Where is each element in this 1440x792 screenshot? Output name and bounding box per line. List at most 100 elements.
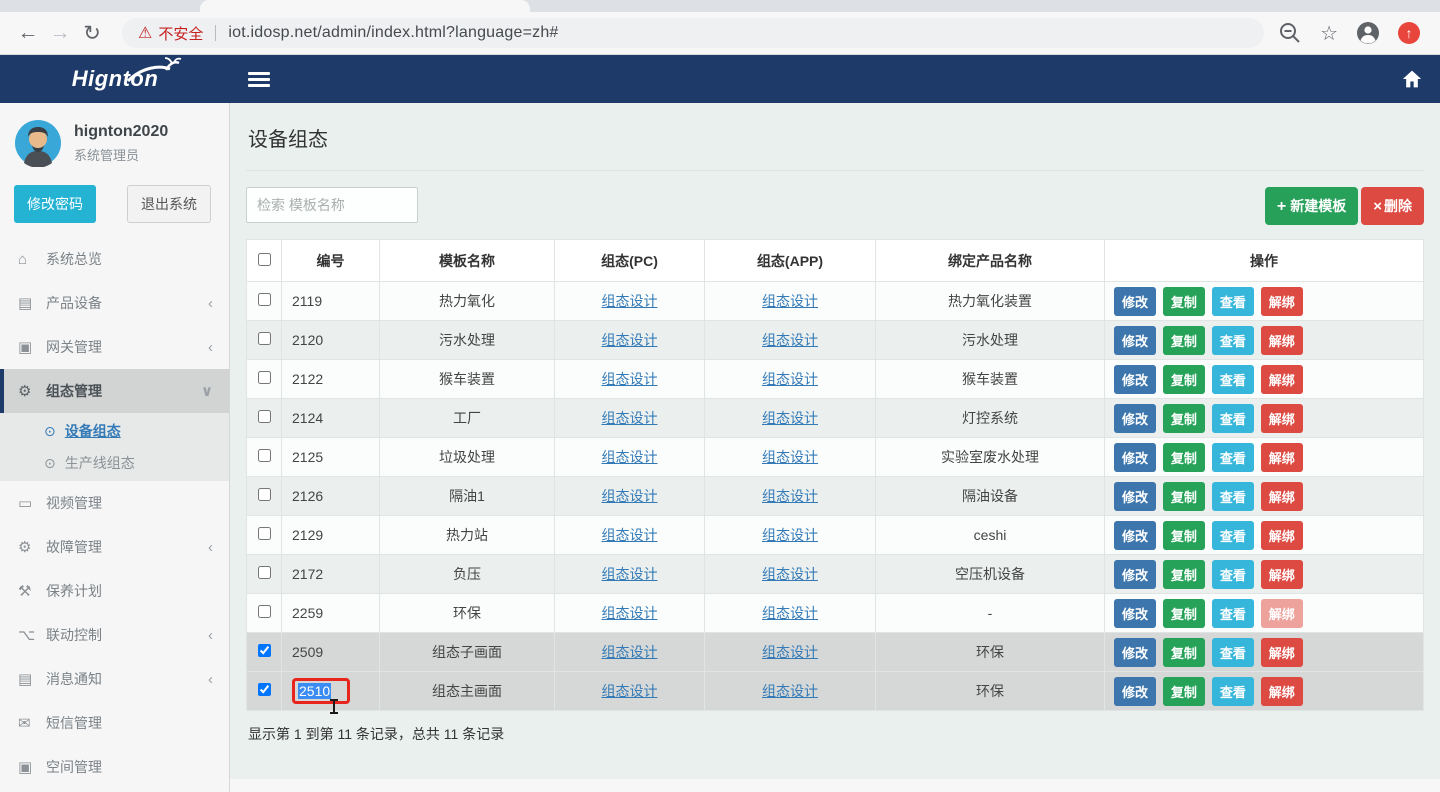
sidebar-item[interactable]: ▣ 空间管理 xyxy=(0,745,229,789)
unbind-button[interactable]: 解绑 xyxy=(1261,638,1303,667)
table-row[interactable]: 2509 组态子画面 组态设计 组态设计 环保 修改 复制 查看 解绑 xyxy=(247,633,1424,672)
pc-design-link[interactable]: 组态设计 xyxy=(602,410,658,426)
app-design-link[interactable]: 组态设计 xyxy=(762,371,818,387)
edit-button[interactable]: 修改 xyxy=(1114,677,1156,706)
pc-design-link[interactable]: 组态设计 xyxy=(602,527,658,543)
edit-button[interactable]: 修改 xyxy=(1114,638,1156,667)
pc-design-link[interactable]: 组态设计 xyxy=(602,371,658,387)
copy-button[interactable]: 复制 xyxy=(1163,560,1205,589)
zoom-out-icon[interactable] xyxy=(1278,21,1302,45)
table-row[interactable]: 2126 隔油1 组态设计 组态设计 隔油设备 修改 复制 查看 解绑 xyxy=(247,477,1424,516)
view-button[interactable]: 查看 xyxy=(1212,638,1254,667)
view-button[interactable]: 查看 xyxy=(1212,599,1254,628)
table-row[interactable]: 2259 环保 组态设计 组态设计 - 修改 复制 查看 解绑 xyxy=(247,594,1424,633)
copy-button[interactable]: 复制 xyxy=(1163,677,1205,706)
view-button[interactable]: 查看 xyxy=(1212,521,1254,550)
row-checkbox[interactable] xyxy=(258,332,271,345)
view-button[interactable]: 查看 xyxy=(1212,404,1254,433)
home-icon[interactable] xyxy=(1402,69,1422,89)
sidebar-item[interactable]: ⌥ 联动控制 ‹ xyxy=(0,613,229,657)
bookmark-star-icon[interactable]: ☆ xyxy=(1320,21,1338,46)
view-button[interactable]: 查看 xyxy=(1212,443,1254,472)
edit-button[interactable]: 修改 xyxy=(1114,326,1156,355)
app-design-link[interactable]: 组态设计 xyxy=(762,566,818,582)
edit-button[interactable]: 修改 xyxy=(1114,599,1156,628)
view-button[interactable]: 查看 xyxy=(1212,326,1254,355)
row-checkbox[interactable] xyxy=(258,527,271,540)
edit-button[interactable]: 修改 xyxy=(1114,365,1156,394)
app-design-link[interactable]: 组态设计 xyxy=(762,293,818,309)
table-row[interactable]: 2125 垃圾处理 组态设计 组态设计 实验室废水处理 修改 复制 查看 解绑 xyxy=(247,438,1424,477)
unbind-button[interactable]: 解绑 xyxy=(1261,482,1303,511)
edit-button[interactable]: 修改 xyxy=(1114,443,1156,472)
unbind-button[interactable]: 解绑 xyxy=(1261,677,1303,706)
select-all-checkbox[interactable] xyxy=(258,253,271,266)
logout-button[interactable]: 退出系统 xyxy=(127,185,211,223)
copy-button[interactable]: 复制 xyxy=(1163,365,1205,394)
unbind-button[interactable]: 解绑 xyxy=(1261,287,1303,316)
view-button[interactable]: 查看 xyxy=(1212,482,1254,511)
view-button[interactable]: 查看 xyxy=(1212,677,1254,706)
sidebar-item[interactable]: ▤ 产品设备 ‹ xyxy=(0,281,229,325)
app-design-link[interactable]: 组态设计 xyxy=(762,527,818,543)
copy-button[interactable]: 复制 xyxy=(1163,638,1205,667)
address-bar[interactable]: ⚠ 不安全 iot.idosp.net/admin/index.html?lan… xyxy=(122,18,1264,48)
pc-design-link[interactable]: 组态设计 xyxy=(602,566,658,582)
edit-button[interactable]: 修改 xyxy=(1114,560,1156,589)
copy-button[interactable]: 复制 xyxy=(1163,599,1205,628)
pc-design-link[interactable]: 组态设计 xyxy=(602,332,658,348)
app-design-link[interactable]: 组态设计 xyxy=(762,488,818,504)
copy-button[interactable]: 复制 xyxy=(1163,404,1205,433)
row-checkbox[interactable] xyxy=(258,605,271,618)
menu-toggle-icon[interactable] xyxy=(248,69,270,90)
edit-button[interactable]: 修改 xyxy=(1114,482,1156,511)
unbind-button[interactable]: 解绑 xyxy=(1261,326,1303,355)
sidebar-subitem[interactable]: ⊙设备组态 xyxy=(0,415,229,447)
row-checkbox[interactable] xyxy=(258,683,271,696)
table-row[interactable]: 2120 污水处理 组态设计 组态设计 污水处理 修改 复制 查看 解绑 xyxy=(247,321,1424,360)
copy-button[interactable]: 复制 xyxy=(1163,482,1205,511)
new-template-button[interactable]: 新建模板 xyxy=(1265,187,1358,225)
unbind-button[interactable]: 解绑 xyxy=(1261,404,1303,433)
sidebar-item[interactable]: ⚙ 组态管理 ∨ xyxy=(0,369,229,413)
browser-tab[interactable] xyxy=(200,0,530,12)
copy-button[interactable]: 复制 xyxy=(1163,326,1205,355)
unbind-button[interactable]: 解绑 xyxy=(1261,560,1303,589)
edit-button[interactable]: 修改 xyxy=(1114,404,1156,433)
sidebar-item[interactable]: ⚙ 故障管理 ‹ xyxy=(0,525,229,569)
browser-forward-icon[interactable]: → xyxy=(44,21,76,45)
browser-back-icon[interactable]: ← xyxy=(12,21,44,45)
app-design-link[interactable]: 组态设计 xyxy=(762,449,818,465)
search-input[interactable] xyxy=(246,187,418,223)
edit-button[interactable]: 修改 xyxy=(1114,287,1156,316)
sidebar-item[interactable]: ⌂ 系统总览 xyxy=(0,237,229,281)
sidebar-item[interactable]: ▭ 视频管理 xyxy=(0,481,229,525)
row-checkbox[interactable] xyxy=(258,449,271,462)
app-design-link[interactable]: 组态设计 xyxy=(762,644,818,660)
view-button[interactable]: 查看 xyxy=(1212,287,1254,316)
row-checkbox[interactable] xyxy=(258,293,271,306)
app-design-link[interactable]: 组态设计 xyxy=(762,683,818,699)
pc-design-link[interactable]: 组态设计 xyxy=(602,488,658,504)
unbind-button[interactable]: 解绑 xyxy=(1261,599,1303,628)
sidebar-item[interactable]: ✉ 短信管理 xyxy=(0,701,229,745)
browser-reload-icon[interactable]: ↻ xyxy=(76,21,108,46)
sidebar-subitem[interactable]: ⊙生产线组态 xyxy=(0,447,229,479)
row-checkbox[interactable] xyxy=(258,488,271,501)
app-design-link[interactable]: 组态设计 xyxy=(762,605,818,621)
app-design-link[interactable]: 组态设计 xyxy=(762,332,818,348)
pc-design-link[interactable]: 组态设计 xyxy=(602,683,658,699)
copy-button[interactable]: 复制 xyxy=(1163,521,1205,550)
pc-design-link[interactable]: 组态设计 xyxy=(602,293,658,309)
view-button[interactable]: 查看 xyxy=(1212,365,1254,394)
sidebar-item[interactable]: ▤ 消息通知 ‹ xyxy=(0,657,229,701)
app-design-link[interactable]: 组态设计 xyxy=(762,410,818,426)
table-row[interactable]: 2119 热力氧化 组态设计 组态设计 热力氧化装置 修改 复制 查看 解绑 xyxy=(247,282,1424,321)
row-checkbox[interactable] xyxy=(258,410,271,423)
copy-button[interactable]: 复制 xyxy=(1163,287,1205,316)
sidebar-item[interactable]: ▣ 网关管理 ‹ xyxy=(0,325,229,369)
unbind-button[interactable]: 解绑 xyxy=(1261,365,1303,394)
table-row[interactable]: 2510 组态主画面 组态设计 组态设计 环保 修改 复制 查看 解绑 xyxy=(247,672,1424,711)
delete-button[interactable]: 删除 xyxy=(1361,187,1424,225)
row-checkbox[interactable] xyxy=(258,644,271,657)
